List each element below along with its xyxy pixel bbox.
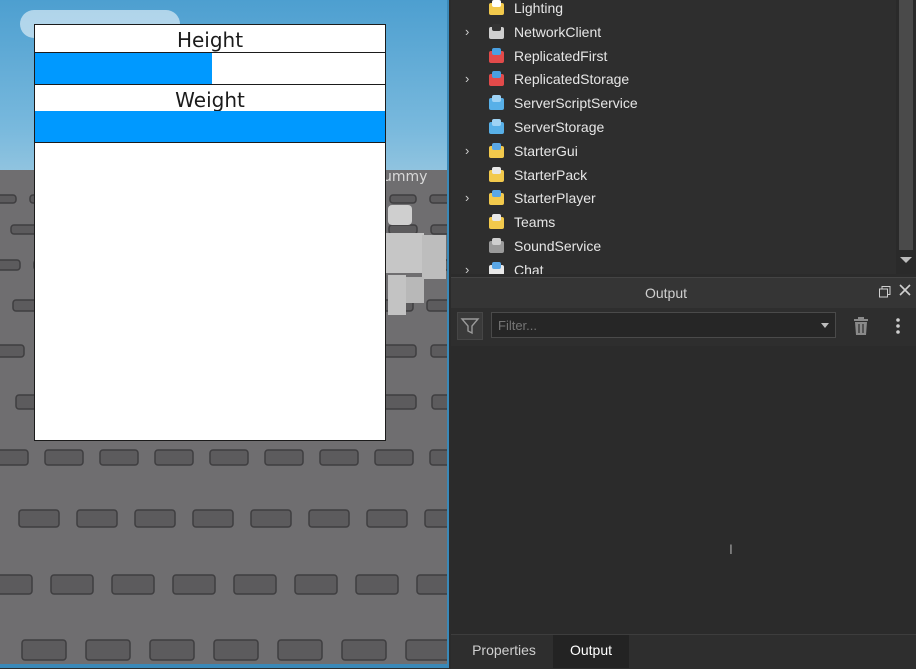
height-label: Height <box>35 25 385 53</box>
chat-icon <box>487 261 507 274</box>
text-cursor-icon: I <box>729 541 733 557</box>
chevron-down-icon[interactable] <box>821 323 829 328</box>
more-options-icon[interactable] <box>894 315 902 337</box>
sound-service-icon <box>487 237 507 255</box>
explorer-item-label: StarterPlayer <box>514 190 596 207</box>
tab-output[interactable]: Output <box>553 635 629 668</box>
close-icon[interactable] <box>899 284 913 298</box>
server-script-service-icon <box>487 94 507 112</box>
network-client-icon <box>487 23 507 41</box>
explorer-item-starterplayer[interactable]: › StarterPlayer <box>451 186 896 210</box>
dummy-name-label: ummy <box>383 169 428 185</box>
output-log-area[interactable]: I <box>457 346 916 634</box>
server-storage-icon <box>487 118 507 136</box>
explorer-item-label: ServerScriptService <box>514 95 638 112</box>
teams-icon <box>487 213 507 231</box>
replicated-first-icon <box>487 47 507 65</box>
explorer-item-label: StarterGui <box>514 142 578 159</box>
explorer-item-label: Lighting <box>514 0 564 16</box>
game-viewport[interactable]: ummy Height Weight <box>0 0 449 668</box>
filter-icon[interactable] <box>457 312 483 340</box>
chevron-right-icon[interactable]: › <box>465 262 477 274</box>
explorer-item-startergui[interactable]: › StarterGui <box>451 139 896 163</box>
output-toolbar <box>451 308 916 346</box>
height-bar-fill <box>35 53 212 84</box>
explorer-scrollbar[interactable] <box>896 0 916 274</box>
chevron-right-icon[interactable]: › <box>465 71 477 87</box>
starter-player-icon <box>487 189 507 207</box>
output-panel-title: Output <box>644 285 688 301</box>
explorer-item-label: ReplicatedFirst <box>514 47 608 64</box>
stats-gui-frame: Height Weight <box>34 24 386 441</box>
explorer-item-soundservice[interactable]: SoundService <box>451 234 896 258</box>
chevron-right-icon[interactable]: › <box>465 24 477 40</box>
explorer-item-replicatedstorage[interactable]: › ReplicatedStorage <box>451 67 896 91</box>
explorer-item-lighting[interactable]: Lighting <box>451 0 896 20</box>
starter-gui-icon <box>487 142 507 160</box>
dummy-character[interactable] <box>384 205 446 320</box>
viewport-border <box>447 0 449 668</box>
explorer-panel: Lighting › NetworkClient ReplicatedFirst › Re… <box>451 0 916 274</box>
height-bar <box>35 53 385 85</box>
chevron-right-icon[interactable]: › <box>465 190 477 206</box>
explorer-item-label: NetworkClient <box>514 23 602 40</box>
scrollbar-thumb[interactable] <box>899 0 913 250</box>
explorer-item-networkclient[interactable]: › NetworkClient <box>451 20 896 44</box>
bottom-tab-bar: Properties Output <box>451 634 916 669</box>
explorer-item-teams[interactable]: Teams <box>451 210 896 234</box>
output-panel-header: Output <box>451 277 916 308</box>
weight-label: Weight <box>35 85 385 113</box>
explorer-item-label: Teams <box>514 214 556 231</box>
explorer-item-label: StarterPack <box>514 166 588 183</box>
explorer-item-chat[interactable]: › Chat <box>451 258 896 274</box>
explorer-item-serverscriptservice[interactable]: ServerScriptService <box>451 91 896 115</box>
explorer-item-serverstorage[interactable]: ServerStorage <box>451 115 896 139</box>
weight-bar-fill <box>35 111 385 142</box>
lightbulb-icon <box>487 0 507 17</box>
scroll-down-arrow-icon[interactable] <box>900 257 912 263</box>
explorer-item-label: ServerStorage <box>514 119 605 135</box>
replicated-storage-icon <box>487 70 507 88</box>
output-panel: Output I <box>451 277 916 668</box>
starter-pack-icon <box>487 166 507 184</box>
chevron-right-icon[interactable]: › <box>465 143 477 159</box>
tab-properties[interactable]: Properties <box>461 635 547 668</box>
trash-icon[interactable] <box>852 316 870 336</box>
restore-window-icon[interactable] <box>879 286 891 298</box>
explorer-item-label: SoundService <box>514 238 602 254</box>
explorer-item-label: Chat <box>514 261 544 274</box>
explorer-item-starterpack[interactable]: StarterPack <box>451 163 896 187</box>
explorer-item-label: ReplicatedStorage <box>514 71 630 88</box>
viewport-border-bottom <box>0 664 449 668</box>
explorer-item-replicatedfirst[interactable]: ReplicatedFirst <box>451 44 896 68</box>
filter-input[interactable] <box>491 312 836 338</box>
weight-bar <box>35 111 385 143</box>
